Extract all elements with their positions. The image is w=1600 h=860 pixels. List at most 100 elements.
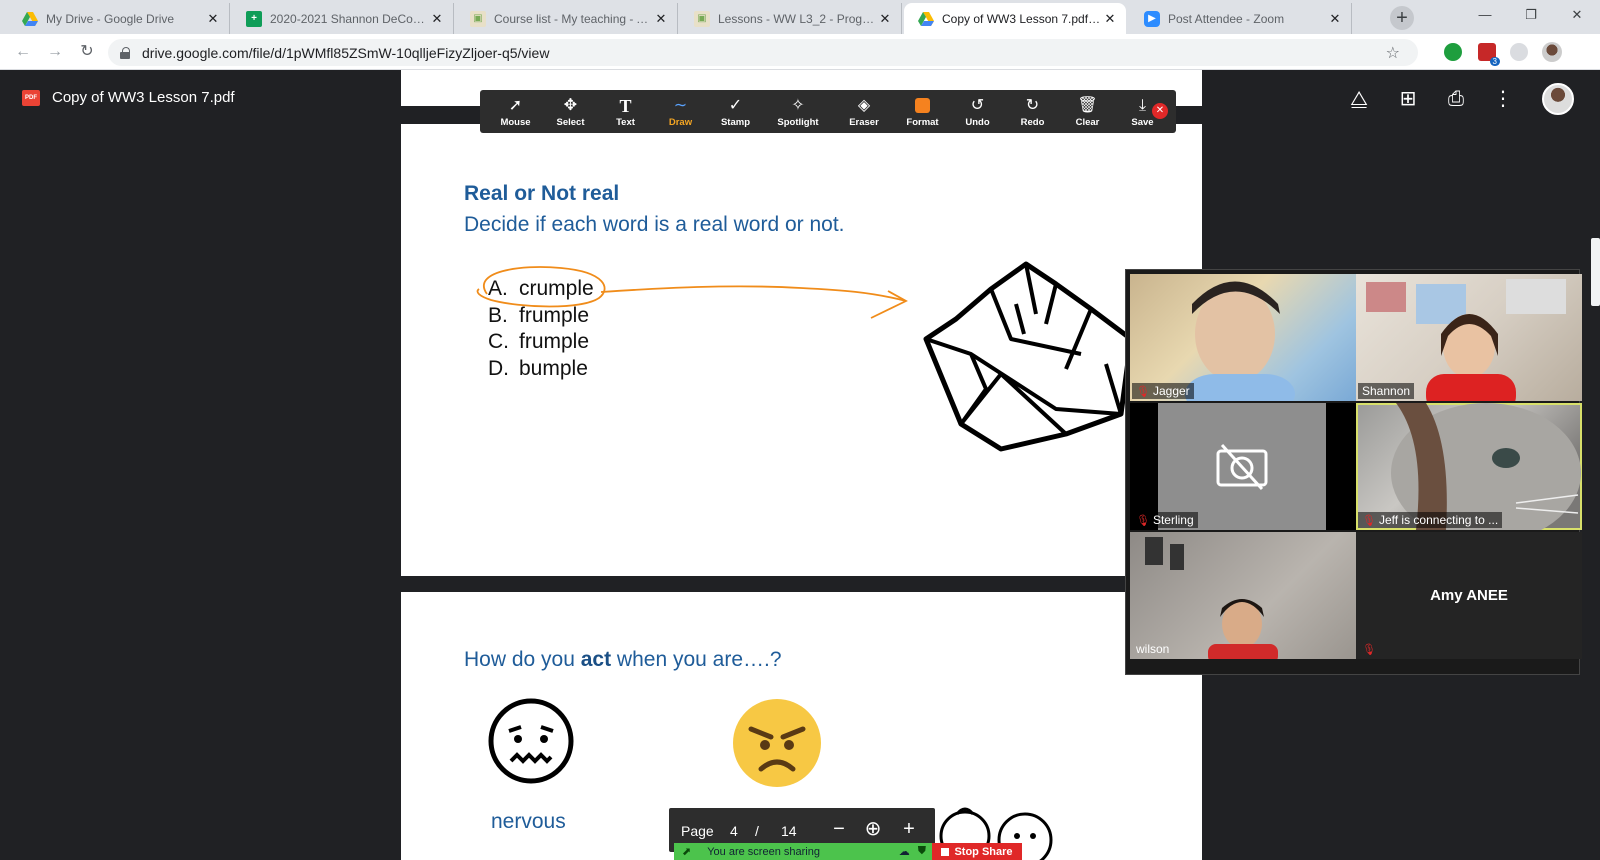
tab-title: 2020-2021 Shannon DeConkey <box>270 11 429 26</box>
tab-lessons[interactable]: ▣ Lessons - WW L3_2 - Programs ✕ <box>680 3 902 34</box>
security-shield-icon: ⛊ <box>917 845 926 857</box>
share-arrow-icon: ⬈ <box>682 846 692 858</box>
tab-title: My Drive - Google Drive <box>46 11 175 26</box>
zoom-icon: ▶ <box>1144 10 1160 27</box>
screen-sharing-bar[interactable]: ⬈ You are screen sharing ☁ ⛊ <box>674 843 932 860</box>
address-bar[interactable]: drive.google.com/file/d/1pWMfl85ZSmW-10q… <box>108 39 1418 66</box>
sheets-icon: + <box>246 10 262 27</box>
mic-muted-icon: 🎙 <box>1136 385 1150 398</box>
forward-icon[interactable]: → <box>44 41 66 63</box>
minimize-icon[interactable]: — <box>1462 0 1508 30</box>
move-icon: ✥ <box>563 96 578 114</box>
emotion-label-nervous: nervous <box>491 810 566 833</box>
spotlight-icon: ✧ <box>791 96 805 114</box>
participant-name: Shannon <box>1358 383 1415 399</box>
new-tab-button[interactable]: + <box>1390 6 1414 30</box>
annotate-draw-button[interactable]: ∼ Draw <box>653 90 708 133</box>
camera-off-icon <box>1216 443 1268 491</box>
participant-name: 🎙 Jeff is connecting to ... <box>1358 512 1503 528</box>
video-tile-wilson[interactable]: wilson <box>1130 532 1356 659</box>
tab-title: Lessons - WW L3_2 - Programs <box>718 11 877 26</box>
stop-square-icon <box>941 847 950 856</box>
annotation-toolbar: ➚ Mouse ✥ Select T Text ∼ Draw ✓ Stamp ✧ Spotl… <box>480 90 1176 133</box>
close-icon[interactable]: ✕ <box>205 11 221 27</box>
extension-badge-count: 3 <box>1489 57 1500 66</box>
video-tile-amy[interactable]: Amy ANEE 🎙 <box>1356 532 1582 659</box>
print-icon[interactable]: ⎙ <box>1443 86 1469 112</box>
annotate-stamp-button[interactable]: ✓ Stamp <box>708 90 763 133</box>
page-label: Page <box>681 823 714 839</box>
url-text: drive.google.com/file/d/1pWMfl85ZSmW-10q… <box>142 44 550 61</box>
annotate-mouse-button[interactable]: ➚ Mouse <box>488 90 543 133</box>
bookmark-star-icon[interactable]: ☆ <box>1386 43 1400 63</box>
annotate-undo-button[interactable]: ↺ Undo <box>950 90 1005 133</box>
participant-video <box>1145 537 1278 659</box>
stop-share-button[interactable]: Stop Share <box>932 843 1022 860</box>
participant-video <box>1366 279 1566 401</box>
file-name: Copy of WW3 Lesson 7.pdf <box>52 89 235 106</box>
browser-toolbar: ← → ↻ drive.google.com/file/d/1pWMfl85ZS… <box>0 34 1600 70</box>
tab-my-drive[interactable]: My Drive - Google Drive ✕ <box>8 3 230 34</box>
more-options-icon[interactable]: ⋮ <box>1490 86 1516 112</box>
zoom-video-gallery[interactable]: 🎙 Jagger Shannon 🎙 Sterling 🎙 Jeff is conne… <box>1125 269 1582 675</box>
drive-icon <box>918 11 934 27</box>
add-comment-icon[interactable]: ⊞ <box>1395 86 1421 112</box>
close-icon[interactable]: ✕ <box>1327 11 1343 27</box>
add-to-drive-icon[interactable]: ⧋ <box>1346 86 1372 112</box>
video-tile-jagger[interactable]: 🎙 Jagger <box>1130 274 1356 401</box>
page-number-input[interactable]: 4 <box>730 823 738 839</box>
extension-chat-icon[interactable] <box>1444 43 1462 61</box>
angry-face-icon <box>733 699 821 787</box>
participant-video <box>1185 281 1295 401</box>
participant-mute-status: 🎙 <box>1358 642 1380 657</box>
participant-display-name: Amy ANEE <box>1430 587 1508 604</box>
mic-muted-icon: 🎙 <box>1362 644 1376 656</box>
page-scrollbar-thumb[interactable] <box>1591 238 1600 306</box>
annotate-spotlight-button[interactable]: ✧ Spotlight <box>763 90 833 133</box>
restore-icon[interactable]: ❐ <box>1508 0 1554 30</box>
cursor-icon: ➚ <box>508 96 523 114</box>
reload-icon[interactable]: ↻ <box>76 41 98 63</box>
tab-spreadsheet[interactable]: + 2020-2021 Shannon DeConkey ✕ <box>232 3 454 34</box>
tab-title: Post Attendee - Zoom <box>1168 11 1285 26</box>
video-tile-shannon[interactable]: Shannon <box>1356 274 1582 401</box>
stamp-icon: ✓ <box>728 96 743 114</box>
zoom-out-icon[interactable]: − <box>827 817 851 841</box>
tab-course-list[interactable]: ▣ Course list - My teaching - Aca ✕ <box>456 3 678 34</box>
profile-avatar[interactable] <box>1542 42 1562 62</box>
page-separator: / <box>755 823 759 839</box>
eraser-icon: ◈ <box>857 96 871 114</box>
zoom-in-magnifier-icon[interactable]: ⊕ <box>861 817 885 841</box>
viewer-account-avatar[interactable] <box>1542 83 1574 115</box>
extension-puzzle-icon[interactable] <box>1510 43 1528 61</box>
annotate-eraser-button[interactable]: ◈ Eraser <box>833 90 895 133</box>
text-icon: T <box>619 95 632 116</box>
annotate-text-button[interactable]: T Text <box>598 90 653 133</box>
draw-icon: ∼ <box>673 96 688 114</box>
tab-zoom[interactable]: ▶ Post Attendee - Zoom ✕ <box>1130 3 1352 34</box>
window-controls: — ❐ ✕ <box>1462 0 1600 30</box>
close-icon[interactable]: ✕ <box>1102 11 1118 27</box>
participant-name: 🎙 Sterling <box>1132 512 1198 528</box>
annotate-select-button[interactable]: ✥ Select <box>543 90 598 133</box>
nervous-face-icon <box>488 698 574 784</box>
save-icon: ⤓ <box>1138 96 1147 114</box>
close-icon[interactable]: ✕ <box>653 11 669 27</box>
annotate-format-button[interactable]: Format <box>895 90 950 133</box>
video-tile-sterling[interactable]: 🎙 Sterling <box>1130 403 1356 530</box>
close-icon[interactable]: ✕ <box>877 11 893 27</box>
extension-badge-icon[interactable]: 3 <box>1478 43 1500 66</box>
close-icon[interactable]: ✕ <box>429 11 445 27</box>
back-icon[interactable]: ← <box>12 41 34 63</box>
annotate-redo-button[interactable]: ↻ Redo <box>1005 90 1060 133</box>
trash-icon: 🗑 <box>1077 96 1098 114</box>
window-close-icon[interactable]: ✕ <box>1554 0 1600 30</box>
tab-pdf-active[interactable]: Copy of WW3 Lesson 7.pdf - G ✕ <box>904 3 1126 34</box>
add-page-icon[interactable]: + <box>897 817 921 841</box>
video-tile-jeff[interactable]: 🎙 Jeff is connecting to ... <box>1356 403 1582 530</box>
close-annotation-icon[interactable]: ✕ <box>1152 103 1168 119</box>
lessons-icon: ▣ <box>694 10 710 27</box>
pdf-page-current: Real or Not real Decide if each word is … <box>401 124 1202 576</box>
course-icon: ▣ <box>470 10 486 27</box>
annotate-clear-button[interactable]: 🗑 Clear <box>1060 90 1115 133</box>
